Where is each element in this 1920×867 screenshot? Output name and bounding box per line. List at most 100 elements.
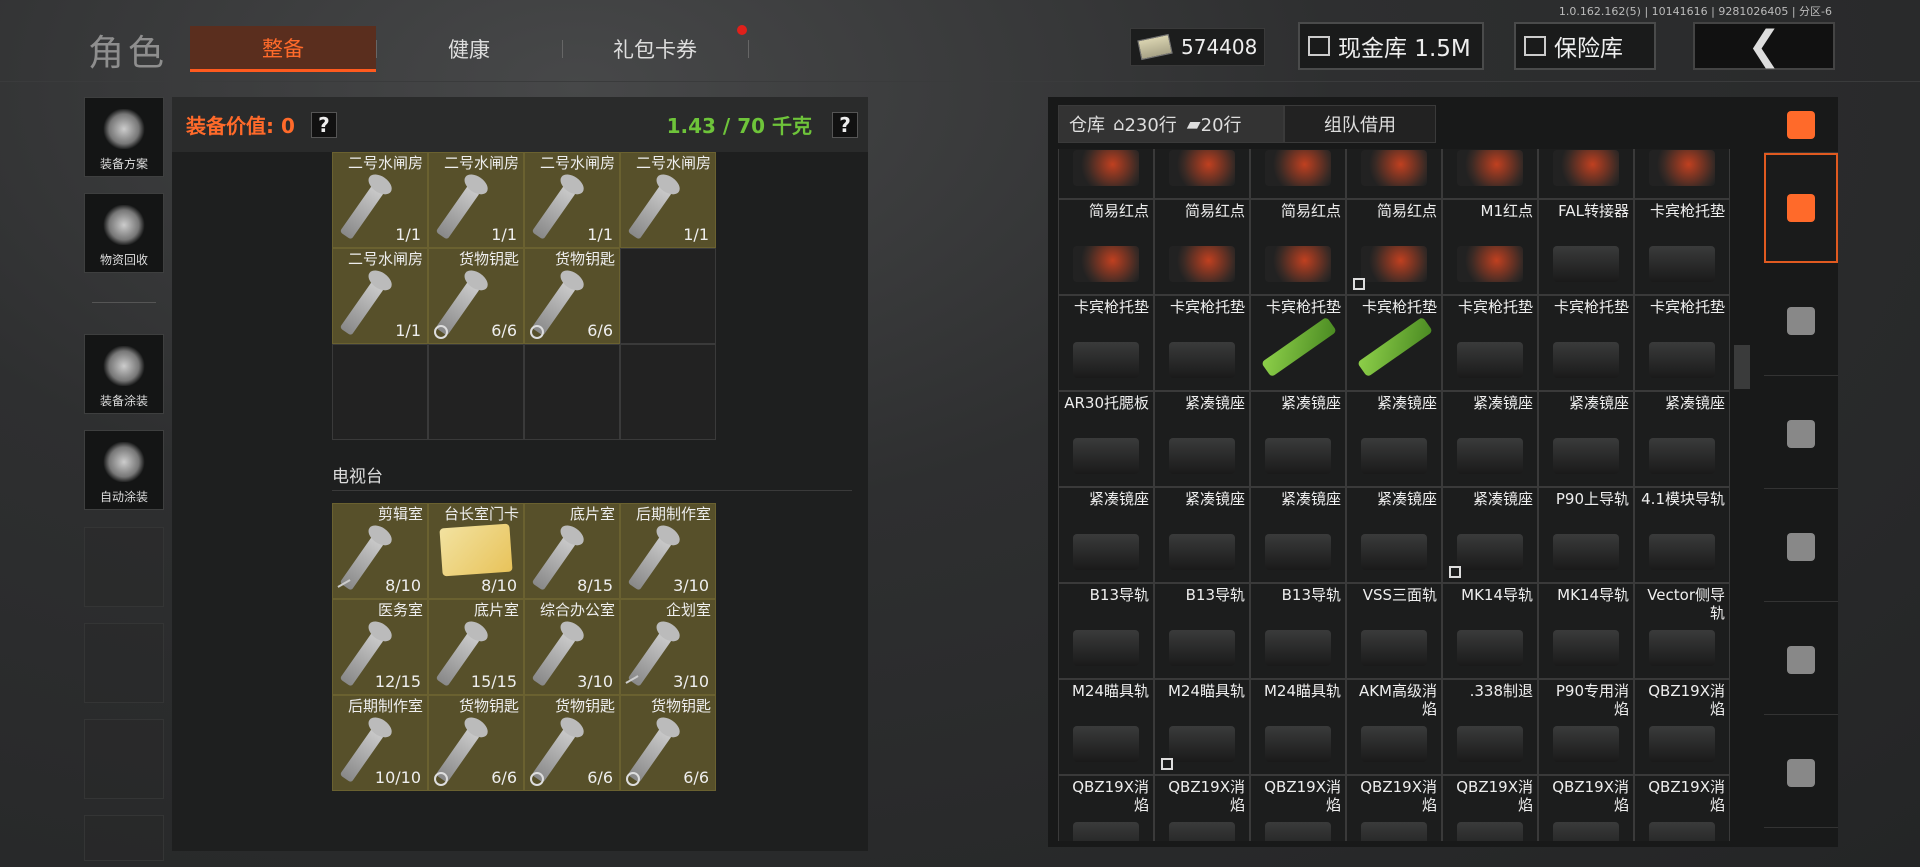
inventory-item[interactable]: VSS三面轨 [1346, 583, 1442, 679]
key-slot[interactable]: 台长室门卡 8/10 [428, 503, 524, 599]
key-slot[interactable]: 后期制作室 3/10 [620, 503, 716, 599]
key-slot[interactable] [524, 344, 620, 440]
help-button[interactable]: ? [310, 111, 337, 138]
key-slot[interactable]: 医务室 12/15 [332, 599, 428, 695]
sidebar-recycle[interactable]: 物资回收 [84, 193, 164, 273]
key-slot[interactable] [620, 344, 716, 440]
inventory-item[interactable]: QBZ19X消焰 [1154, 775, 1250, 841]
category-tab[interactable] [1764, 97, 1838, 153]
inventory-item[interactable]: Vector侧导轨 [1634, 583, 1730, 679]
category-tab[interactable] [1764, 605, 1838, 715]
inventory-item[interactable]: B13导轨 [1154, 583, 1250, 679]
tab-team-borrow[interactable]: 组队借用 [1284, 105, 1436, 143]
key-slot[interactable]: 后期制作室 10/10 [332, 695, 428, 791]
category-tab[interactable] [1764, 266, 1838, 376]
inventory-item[interactable]: 紧凑镜座 [1346, 391, 1442, 487]
key-slot[interactable]: 货物钥匙 6/6 [524, 695, 620, 791]
cash-vault-button[interactable]: 现金库 1.5M [1298, 22, 1484, 70]
category-tab[interactable] [1764, 492, 1838, 602]
inventory-item[interactable]: AR30托腮板 [1058, 391, 1154, 487]
inventory-item[interactable]: 紧凑镜座 [1154, 487, 1250, 583]
sidebar-equip-paint[interactable]: 装备涂装 [84, 334, 164, 414]
inventory-item[interactable]: M1红点 [1442, 199, 1538, 295]
inventory-item[interactable]: 简易红点 [1346, 199, 1442, 295]
key-slot[interactable]: 企划室 3/10 [620, 599, 716, 695]
inventory-item[interactable]: QBZ19X消焰 [1634, 775, 1730, 841]
inventory-item[interactable]: B13导轨 [1058, 583, 1154, 679]
key-slot[interactable]: 二号水闸房 1/1 [620, 152, 716, 248]
inventory-item[interactable] [1154, 149, 1250, 199]
inventory-item[interactable]: M24瞄具轨 [1250, 679, 1346, 775]
inventory-item[interactable] [1250, 149, 1346, 199]
inventory-item[interactable]: 紧凑镜座 [1442, 391, 1538, 487]
inventory-item[interactable]: 卡宾枪托垫 [1538, 295, 1634, 391]
inventory-item[interactable]: MK14导轨 [1538, 583, 1634, 679]
key-slot[interactable]: 二号水闸房 1/1 [524, 152, 620, 248]
inventory-item[interactable]: 紧凑镜座 [1442, 487, 1538, 583]
inventory-item[interactable]: M24瞄具轨 [1154, 679, 1250, 775]
inventory-item[interactable]: 紧凑镜座 [1634, 391, 1730, 487]
tab-equip[interactable]: 整备 [190, 26, 376, 72]
inventory-item[interactable]: P90专用消焰 [1538, 679, 1634, 775]
inventory-item[interactable] [1538, 149, 1634, 199]
inventory-item[interactable]: 紧凑镜座 [1250, 487, 1346, 583]
key-slot[interactable]: 货物钥匙 6/6 [524, 248, 620, 344]
inventory-item[interactable]: 卡宾枪托垫 [1250, 295, 1346, 391]
inventory-item[interactable]: 紧凑镜座 [1538, 391, 1634, 487]
inventory-item[interactable] [1634, 149, 1730, 199]
key-slot[interactable]: 二号水闸房 1/1 [428, 152, 524, 248]
category-tab[interactable] [1764, 718, 1838, 828]
key-slot[interactable]: 货物钥匙 6/6 [428, 248, 524, 344]
inventory-item[interactable]: 卡宾枪托垫 [1634, 199, 1730, 295]
key-slot[interactable]: 底片室 8/15 [524, 503, 620, 599]
inventory-item[interactable]: 简易红点 [1154, 199, 1250, 295]
inventory-item[interactable]: P90上导轨 [1538, 487, 1634, 583]
inventory-item[interactable]: 紧凑镜座 [1154, 391, 1250, 487]
inventory-item[interactable]: 卡宾枪托垫 [1634, 295, 1730, 391]
safe-button[interactable]: 保险库 [1514, 22, 1656, 70]
sidebar-equip-plan[interactable]: 装备方案 [84, 97, 164, 177]
category-tab[interactable] [1764, 379, 1838, 489]
inventory-item[interactable]: MK14导轨 [1442, 583, 1538, 679]
inventory-item[interactable]: QBZ19X消焰 [1442, 775, 1538, 841]
key-slot[interactable]: 二号水闸房 1/1 [332, 152, 428, 248]
inventory-item[interactable]: QBZ19X消焰 [1058, 775, 1154, 841]
inventory-item[interactable]: M24瞄具轨 [1058, 679, 1154, 775]
inventory-item[interactable]: .338制退 [1442, 679, 1538, 775]
key-slot[interactable] [332, 344, 428, 440]
inventory-item[interactable]: FAL转接器 [1538, 199, 1634, 295]
sidebar-auto-paint[interactable]: 自动涂装 [84, 430, 164, 510]
key-slot[interactable]: 货物钥匙 6/6 [620, 695, 716, 791]
inventory-item[interactable] [1442, 149, 1538, 199]
tab-health[interactable]: 健康 [376, 26, 562, 72]
inventory-item[interactable]: 紧凑镜座 [1250, 391, 1346, 487]
key-slot[interactable]: 底片室 15/15 [428, 599, 524, 695]
tab-gift-cards[interactable]: 礼包卡券 [562, 26, 748, 72]
weight-help-button[interactable]: ? [832, 111, 858, 138]
inventory-item[interactable]: QBZ19X消焰 [1346, 775, 1442, 841]
inventory-scrollbar[interactable] [1734, 345, 1750, 389]
inventory-item[interactable]: B13导轨 [1250, 583, 1346, 679]
inventory-item[interactable]: 紧凑镜座 [1058, 487, 1154, 583]
key-slot[interactable] [620, 248, 716, 344]
inventory-item[interactable]: 卡宾枪托垫 [1442, 295, 1538, 391]
key-slot[interactable]: 货物钥匙 6/6 [428, 695, 524, 791]
key-slot[interactable]: 二号水闸房 1/1 [332, 248, 428, 344]
inventory-item[interactable] [1058, 149, 1154, 199]
key-slot[interactable] [428, 344, 524, 440]
inventory-item[interactable]: 卡宾枪托垫 [1346, 295, 1442, 391]
inventory-item[interactable]: 紧凑镜座 [1346, 487, 1442, 583]
inventory-item[interactable]: 4.1模块导轨 [1634, 487, 1730, 583]
inventory-item[interactable]: 卡宾枪托垫 [1154, 295, 1250, 391]
inventory-item[interactable]: AKM高级消焰 [1346, 679, 1442, 775]
inventory-item[interactable]: 卡宾枪托垫 [1058, 295, 1154, 391]
inventory-item[interactable]: QBZ19X消焰 [1538, 775, 1634, 841]
key-slot[interactable]: 剪辑室 8/10 [332, 503, 428, 599]
inventory-item[interactable]: 简易红点 [1250, 199, 1346, 295]
inventory-item[interactable] [1346, 149, 1442, 199]
inventory-item[interactable]: QBZ19X消焰 [1250, 775, 1346, 841]
inventory-item[interactable]: 简易红点 [1058, 199, 1154, 295]
back-button[interactable]: ❮ [1693, 22, 1835, 70]
tab-warehouse[interactable]: 仓库 ⌂ 230行 ▰ 20行 [1058, 105, 1284, 143]
key-slot[interactable]: 综合办公室 3/10 [524, 599, 620, 695]
